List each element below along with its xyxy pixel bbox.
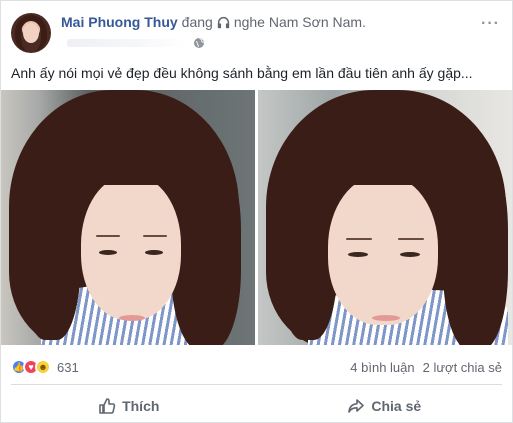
timestamp-link[interactable]: [67, 39, 187, 47]
share-button[interactable]: Chia sẻ: [257, 389, 513, 423]
author-avatar[interactable]: [11, 13, 51, 53]
activity-target-link[interactable]: nghe Nam Sơn Nam.: [234, 14, 366, 30]
engagement-summary: 👍 ♥ ☻ 631 4 bình luận 2 lượt chia sẻ: [11, 356, 502, 378]
divider: [11, 384, 502, 385]
post-actions: Thích Chia sẻ: [1, 389, 512, 423]
globe-icon[interactable]: [193, 37, 205, 49]
reaction-count: 631: [57, 359, 79, 375]
comment-count-link[interactable]: 4 bình luận: [350, 360, 414, 375]
post-meta: [67, 37, 205, 49]
share-count-link[interactable]: 2 lượt chia sẻ: [423, 360, 502, 375]
reactions-summary[interactable]: 👍 ♥ ☻ 631: [11, 359, 79, 375]
thumbs-up-icon: [98, 397, 116, 415]
more-options-icon[interactable]: ···: [481, 15, 500, 33]
activity-label: đang: [181, 14, 213, 30]
feed-post: Mai Phuong Thuy đang nghe Nam Sơn Nam. ·…: [0, 0, 513, 423]
photo-grid: [1, 90, 512, 345]
post-caption: Anh ấy nói mọi vẻ đẹp đều không sánh bằn…: [11, 65, 473, 81]
share-button-label: Chia sẻ: [371, 398, 422, 414]
share-arrow-icon: [347, 397, 365, 415]
post-header: Mai Phuong Thuy đang nghe Nam Sơn Nam. ·…: [11, 9, 502, 55]
author-name-link[interactable]: Mai Phuong Thuy: [61, 14, 178, 30]
haha-icon: ☻: [35, 359, 51, 375]
headphones-icon: [217, 16, 230, 29]
post-photo-left[interactable]: [1, 90, 255, 345]
like-button[interactable]: Thích: [1, 389, 257, 423]
like-button-label: Thích: [122, 398, 160, 414]
post-photo-right[interactable]: [258, 90, 512, 345]
post-title-line: Mai Phuong Thuy đang nghe Nam Sơn Nam.: [61, 14, 366, 30]
